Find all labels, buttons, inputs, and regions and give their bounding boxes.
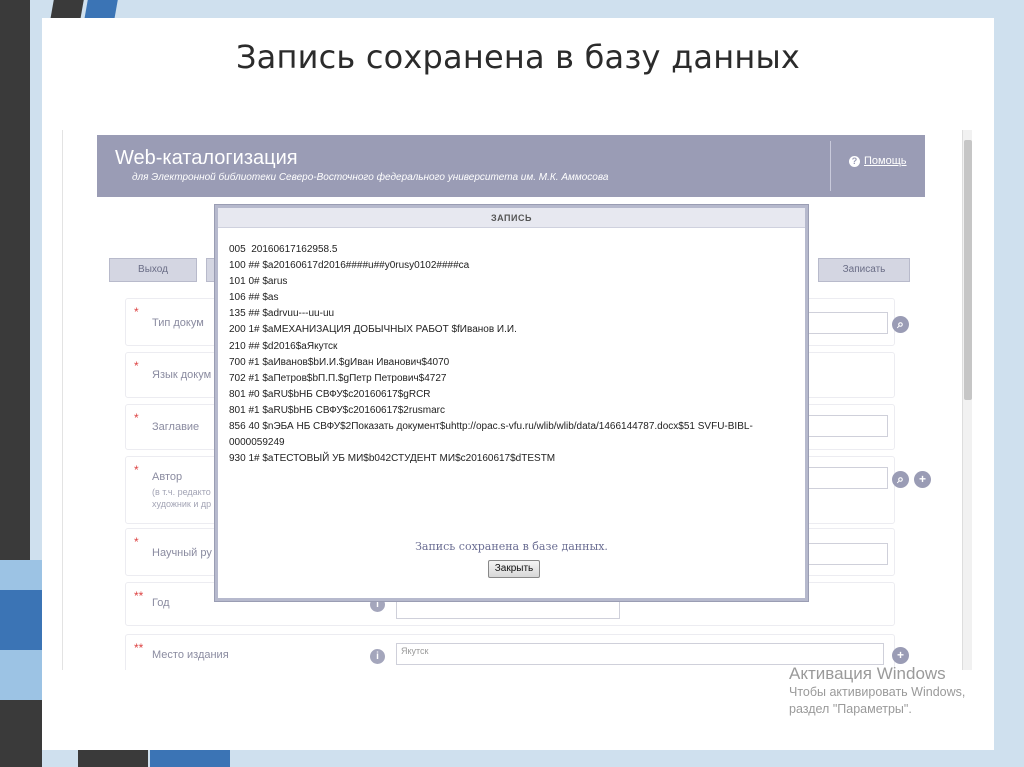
add-icon[interactable]: + — [892, 647, 909, 664]
required-marker: * — [134, 411, 139, 425]
field-label: Год — [152, 597, 170, 609]
record-line: 856 40 $nЭБА НБ СВФУ$2Показать документ$… — [229, 421, 753, 449]
scrollbar-thumb[interactable] — [964, 140, 972, 400]
required-marker: ** — [134, 589, 144, 603]
search-icon[interactable]: ⌕ — [892, 471, 909, 488]
field-label: Тип докум — [152, 317, 204, 329]
app-subtitle: для Электронной библиотеки Северо-Восточ… — [132, 172, 609, 183]
field-label: Заглавие — [152, 421, 200, 433]
add-icon[interactable]: + — [914, 471, 931, 488]
close-button[interactable]: Закрыть — [488, 560, 540, 578]
place-input[interactable]: Якутск — [396, 643, 884, 665]
required-marker: * — [134, 463, 139, 477]
banner-divider — [830, 141, 831, 191]
record-line: 100 ## $a20160617d2016####u##y0rusy0102#… — [229, 260, 470, 272]
record-line: 005 20160617162958.5 — [229, 244, 338, 255]
record-line: 135 ## $adrvuu---uu-uu — [229, 308, 335, 320]
record-line: 106 ## $as — [229, 292, 279, 304]
activation-title: Активация Windows — [789, 664, 946, 683]
app-title: Web-каталогизация — [115, 147, 298, 169]
record-line: 101 0# $arus — [229, 276, 288, 288]
slide-title: Запись сохранена в базу данных — [235, 38, 801, 76]
field-label: Автор — [152, 471, 183, 483]
field-label: Язык докум — [152, 369, 212, 381]
windows-activation-watermark: Активация Windows Чтобы активировать Win… — [789, 664, 965, 718]
help-icon: ? — [849, 155, 860, 167]
save-button[interactable]: Записать — [818, 258, 910, 282]
saved-message: Запись сохранена в базе данных. — [415, 540, 608, 553]
record-line: 200 1# $aМЕХАНИЗАЦИЯ ДОБЫЧНЫХ РАБОТ $fИв… — [229, 324, 517, 336]
field-hint: (в т.ч. редакто — [152, 487, 211, 497]
header-banner: Web-каталогизация для Электронной библио… — [97, 135, 925, 197]
record-lines: 005 20160617162958.5 100 ## $a20160617d2… — [229, 242, 793, 467]
exit-button[interactable]: Выход — [109, 258, 197, 282]
field-label: Научный ру — [152, 547, 212, 559]
required-marker: ** — [134, 641, 144, 655]
field-hint: художник и др — [152, 499, 212, 509]
record-line: 930 1# $aТЕСТОВЫЙ УБ МИ$b042СТУДЕНТ МИ$c… — [229, 453, 556, 465]
record-line: 801 #1 $aRU$bНБ СВФУ$c20160617$2rusmarc — [229, 404, 445, 416]
help-link[interactable]: ? Помощь — [849, 155, 907, 167]
required-marker: * — [134, 535, 139, 549]
field-label: Место издания — [152, 649, 229, 661]
info-icon[interactable]: i — [370, 649, 385, 664]
required-marker: * — [134, 359, 139, 373]
required-marker: * — [134, 305, 139, 319]
field-place: ** Место издания i Якутск + — [125, 634, 909, 670]
record-line: 702 #1 $aПетров$bП.П.$gПетр Петрович$472… — [229, 372, 447, 384]
search-icon[interactable]: ⌕ — [892, 316, 909, 333]
help-label: Помощь — [864, 155, 907, 167]
activation-line: Чтобы активировать Windows, — [789, 685, 966, 699]
record-line: 210 ## $d2016$aЯкутск — [229, 340, 338, 352]
record-dialog: ЗАПИСЬ 005 20160617162958.5 100 ## $a201… — [215, 205, 808, 601]
record-line: 801 #0 $aRU$bНБ СВФУ$c20160617$gRCR — [229, 388, 431, 400]
record-line: 700 #1 $aИванов$bИ.И.$gИван Иванович$407… — [229, 356, 450, 368]
scrollbar[interactable] — [962, 130, 972, 670]
dialog-title: ЗАПИСЬ — [218, 208, 805, 228]
activation-line: раздел "Параметры". — [789, 702, 912, 716]
